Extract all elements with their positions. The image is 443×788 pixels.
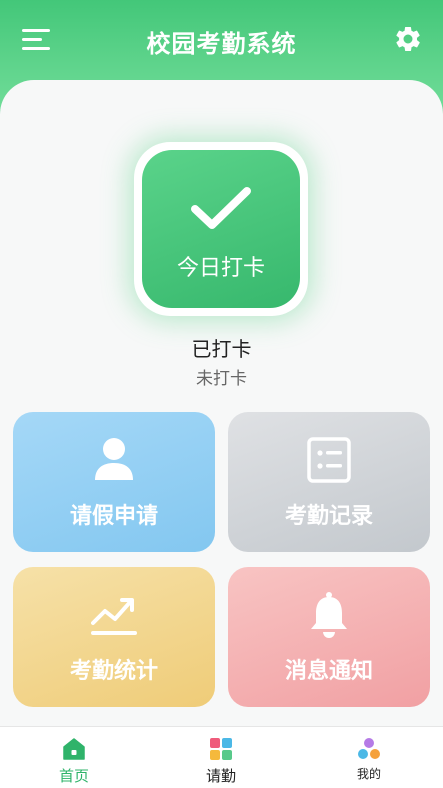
attendance-record-label: 考勤记录 xyxy=(284,504,373,529)
tab-leave-label: 请勤 xyxy=(205,767,236,785)
circles-icon xyxy=(358,738,380,759)
tab-home[interactable]: 首页 xyxy=(0,727,148,788)
bottom-tab-bar: 首页 请勤 我的 xyxy=(0,726,443,788)
tab-home-label: 首页 xyxy=(58,767,89,785)
list-icon xyxy=(307,437,351,483)
tab-leave[interactable]: 请勤 xyxy=(147,727,295,788)
leave-request-tile[interactable]: 请假申请 xyxy=(13,412,215,552)
home-icon xyxy=(63,738,85,760)
attendance-stats-tile[interactable]: 考勤统计 xyxy=(13,567,215,707)
message-notice-tile[interactable]: 消息通知 xyxy=(228,567,430,707)
checkin-frame: 今日打卡 xyxy=(134,142,308,316)
tab-mine-label: 我的 xyxy=(356,767,381,781)
tab-mine[interactable]: 我的 xyxy=(295,727,443,788)
gear-icon[interactable] xyxy=(393,24,423,54)
grid-icon xyxy=(210,738,232,760)
checkin-button-label: 今日打卡 xyxy=(176,256,265,281)
checkin-status: 已打卡 xyxy=(191,337,252,361)
checkmark-icon xyxy=(191,187,251,229)
main-panel: 今日打卡 已打卡 未打卡 请假申请 考勤记录 考勤统计 消息通知 xyxy=(0,80,443,788)
checkin-sub-status: 未打卡 xyxy=(196,369,247,389)
user-icon xyxy=(95,438,133,480)
attendance-stats-label: 考勤统计 xyxy=(69,659,158,684)
bell-icon xyxy=(311,592,347,638)
page-title: 校园考勤系统 xyxy=(146,30,297,58)
message-notice-label: 消息通知 xyxy=(284,659,373,684)
checkin-button[interactable]: 今日打卡 xyxy=(142,150,300,308)
attendance-record-tile[interactable]: 考勤记录 xyxy=(228,412,430,552)
leave-request-label: 请假申请 xyxy=(69,504,158,529)
trend-chart-icon xyxy=(91,598,137,635)
